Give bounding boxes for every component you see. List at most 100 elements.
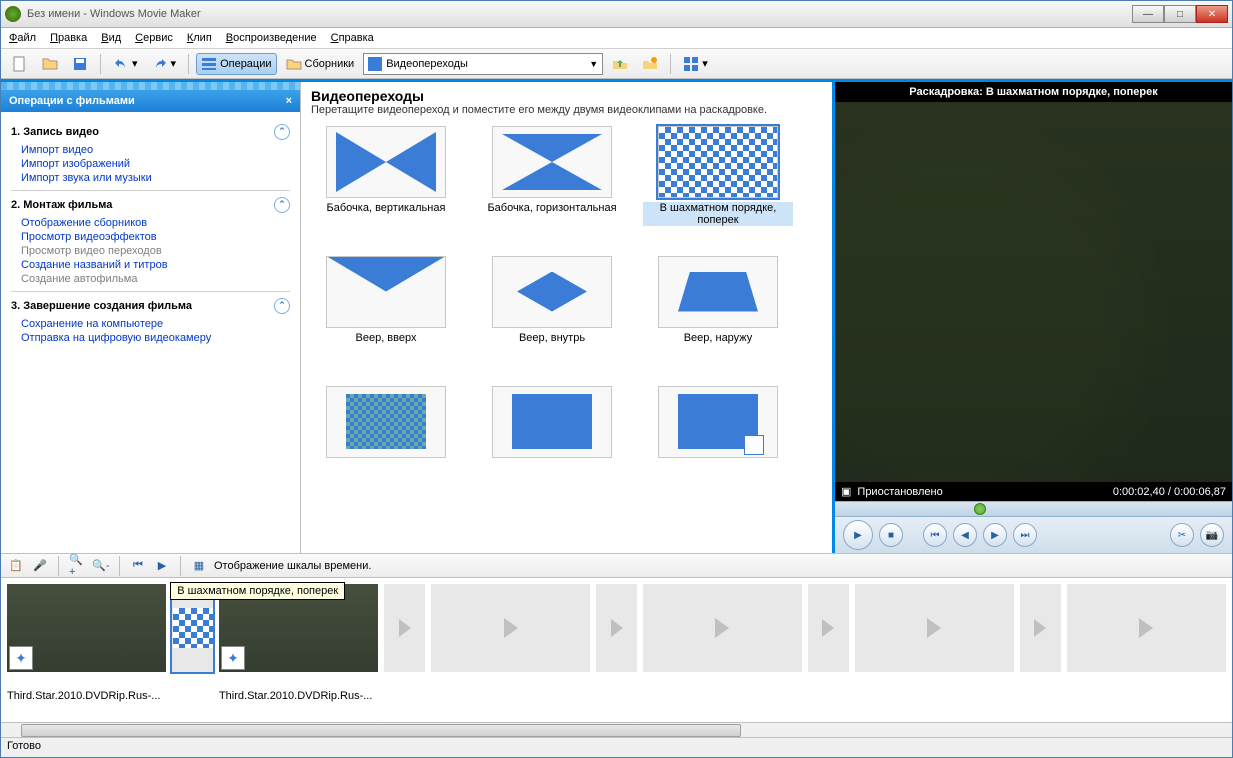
- horizontal-scrollbar[interactable]: [1, 722, 1232, 738]
- new-button[interactable]: [7, 53, 33, 75]
- toolbar: ▾ ▾ Операции Сборники Видеопереходы ▼ ▾: [1, 49, 1232, 78]
- narrate-button[interactable]: 🎤: [31, 557, 49, 575]
- next-clip-button[interactable]: ⏭: [1013, 523, 1037, 547]
- play-button[interactable]: ▶: [843, 520, 873, 550]
- play-timeline-button[interactable]: ▶: [153, 557, 171, 575]
- show-timeline-button[interactable]: 📋: [7, 557, 25, 575]
- collections-toggle-button[interactable]: Сборники: [281, 53, 360, 75]
- collection-subtitle: Перетащите видеопереход и поместите его …: [311, 104, 822, 116]
- storyboard[interactable]: ✦ Third.Star.2010.DVDRip.Rus-... В шахма…: [1, 578, 1232, 722]
- collection-title: Видеопереходы: [311, 88, 822, 104]
- link-show-collections[interactable]: Отображение сборников: [21, 217, 290, 229]
- preview-monitor[interactable]: [835, 102, 1232, 483]
- menubar: Файл Правка Вид Сервис Клип Воспроизведе…: [1, 28, 1232, 49]
- seek-knob[interactable]: [974, 503, 986, 515]
- transition-item[interactable]: Веер, вверх: [311, 256, 461, 376]
- save-button[interactable]: [67, 53, 93, 75]
- maximize-button[interactable]: □: [1164, 5, 1196, 23]
- menu-file[interactable]: Файл: [9, 32, 36, 44]
- preview-pane: Раскадровка: В шахматном порядке, попере…: [832, 82, 1232, 554]
- transitions-icon: [368, 57, 382, 71]
- transition-item[interactable]: [311, 386, 461, 506]
- effect-badge-icon[interactable]: ✦: [221, 646, 245, 670]
- rewind-button[interactable]: ⏮: [129, 557, 147, 575]
- location-value: Видеопереходы: [386, 58, 468, 70]
- storyboard-transition-slot[interactable]: В шахматном порядке, поперек: [172, 584, 213, 672]
- effect-badge-icon[interactable]: ✦: [9, 646, 33, 670]
- close-button[interactable]: ✕: [1196, 5, 1228, 23]
- tasks-toggle-button[interactable]: Операции: [196, 53, 276, 75]
- link-automovie[interactable]: Создание автофильма: [21, 273, 290, 285]
- tasks-pane: Операции с фильмами × 1. Запись видео⌃ И…: [1, 82, 301, 554]
- collapse-icon[interactable]: ⌃: [274, 197, 290, 213]
- window-title: Без имени - Windows Movie Maker: [27, 8, 1132, 20]
- undo-button[interactable]: ▾: [108, 53, 143, 75]
- preview-title: Раскадровка: В шахматном порядке, попере…: [835, 82, 1232, 102]
- link-view-effects[interactable]: Просмотр видеоэффектов: [21, 231, 290, 243]
- menu-clip[interactable]: Клип: [187, 32, 212, 44]
- section-finish: 3. Завершение создания фильма⌃: [11, 298, 290, 314]
- new-folder-button[interactable]: [637, 53, 663, 75]
- close-tasks-button[interactable]: ×: [286, 95, 292, 107]
- open-button[interactable]: [37, 53, 63, 75]
- preview-seekbar[interactable]: [835, 501, 1232, 517]
- transition-item[interactable]: [643, 386, 793, 506]
- snapshot-button[interactable]: 📷: [1200, 523, 1224, 547]
- location-dropdown[interactable]: Видеопереходы ▼: [363, 53, 603, 75]
- frame-fwd-button[interactable]: ▶: [983, 523, 1007, 547]
- prev-clip-button[interactable]: ⏮: [923, 523, 947, 547]
- link-send-dv[interactable]: Отправка на цифровую видеокамеру: [21, 332, 290, 344]
- storyboard-transition-slot[interactable]: [1020, 584, 1061, 672]
- storyboard-clip-empty[interactable]: [643, 584, 802, 716]
- redo-button[interactable]: ▾: [147, 53, 182, 75]
- transition-item[interactable]: [477, 386, 627, 506]
- statusbar: Готово: [1, 737, 1232, 757]
- storyboard-clip-empty[interactable]: [1067, 584, 1226, 716]
- transition-item[interactable]: Веер, наружу: [643, 256, 793, 376]
- menu-edit[interactable]: Правка: [50, 32, 87, 44]
- transition-item[interactable]: Веер, внутрь: [477, 256, 627, 376]
- minimize-button[interactable]: —: [1132, 5, 1164, 23]
- split-button[interactable]: ✂: [1170, 523, 1194, 547]
- titlebar: Без имени - Windows Movie Maker — □ ✕: [1, 1, 1232, 28]
- menu-help[interactable]: Справка: [331, 32, 374, 44]
- storyboard-toolbar: 📋 🎤 🔍+ 🔍- ⏮ ▶ ▦ Отображение шкалы времен…: [1, 553, 1232, 578]
- link-import-audio[interactable]: Импорт звука или музыки: [21, 172, 290, 184]
- collapse-icon[interactable]: ⌃: [274, 124, 290, 140]
- link-view-transitions[interactable]: Просмотр видео переходов: [21, 245, 290, 257]
- menu-tools[interactable]: Сервис: [135, 32, 173, 44]
- zoom-in-button[interactable]: 🔍+: [68, 557, 86, 575]
- app-icon: [5, 6, 21, 22]
- section-capture: 1. Запись видео⌃: [11, 124, 290, 140]
- link-save-computer[interactable]: Сохранение на компьютере: [21, 318, 290, 330]
- link-import-video[interactable]: Импорт видео: [21, 144, 290, 156]
- storyboard-toolbar-label[interactable]: Отображение шкалы времени.: [214, 560, 371, 572]
- link-import-pictures[interactable]: Импорт изображений: [21, 158, 290, 170]
- fullscreen-icon[interactable]: ▣: [841, 485, 851, 498]
- menu-view[interactable]: Вид: [101, 32, 121, 44]
- view-mode-button[interactable]: ▾: [678, 53, 713, 75]
- tasks-pane-header: Операции с фильмами ×: [1, 90, 300, 112]
- storyboard-transition-slot[interactable]: [808, 584, 849, 672]
- link-make-titles[interactable]: Создание названий и титров: [21, 259, 290, 271]
- storyboard-clip-empty[interactable]: [431, 584, 590, 716]
- transition-item[interactable]: Бабочка, горизонтальная: [477, 126, 627, 246]
- storyboard-transition-slot[interactable]: [384, 584, 425, 672]
- app-window: Без имени - Windows Movie Maker — □ ✕ Фа…: [0, 0, 1233, 758]
- section-edit: 2. Монтаж фильма⌃: [11, 197, 290, 213]
- up-level-button[interactable]: [607, 53, 633, 75]
- storyboard-transition-slot[interactable]: [596, 584, 637, 672]
- collapse-icon[interactable]: ⌃: [274, 298, 290, 314]
- stop-button[interactable]: ■: [879, 523, 903, 547]
- storyboard-clip[interactable]: ✦ Third.Star.2010.DVDRip.Rus-...: [7, 584, 166, 716]
- storyboard-clip[interactable]: ✦ Third.Star.2010.DVDRip.Rus-...: [219, 584, 378, 716]
- storyboard-clip-empty[interactable]: [855, 584, 1014, 716]
- transition-item[interactable]: Бабочка, вертикальная: [311, 126, 461, 246]
- zoom-out-button[interactable]: 🔍-: [92, 557, 110, 575]
- drag-tooltip: В шахматном порядке, поперек: [170, 582, 345, 600]
- timeline-view-icon[interactable]: ▦: [190, 557, 208, 575]
- transition-item[interactable]: В шахматном порядке, поперек: [643, 126, 793, 246]
- menu-play[interactable]: Воспроизведение: [226, 32, 317, 44]
- frame-back-button[interactable]: ◀: [953, 523, 977, 547]
- chevron-down-icon: ▼: [589, 59, 598, 69]
